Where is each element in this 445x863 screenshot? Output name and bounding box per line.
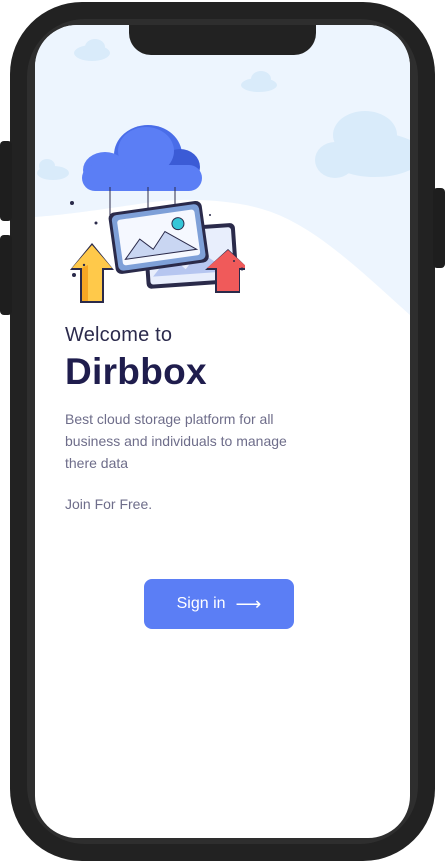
app-screen: Welcome to Dirbbox Best cloud storage pl… bbox=[35, 25, 410, 838]
cloud-upload-illustration bbox=[70, 125, 245, 303]
welcome-heading: Welcome to bbox=[65, 324, 173, 346]
image-frame-front bbox=[108, 200, 209, 274]
cloud-icon bbox=[82, 125, 202, 191]
arrow-right-icon: ⟶ bbox=[235, 594, 262, 614]
upload-arrow-left bbox=[70, 243, 114, 303]
volume-up-button bbox=[0, 141, 12, 221]
power-button bbox=[433, 188, 445, 268]
notch bbox=[129, 25, 316, 55]
sign-in-label: Sign in bbox=[176, 595, 226, 612]
app-description: Best cloud storage platform for all busi… bbox=[65, 411, 287, 471]
join-free-text: Join For Free. bbox=[65, 496, 153, 512]
volume-down-button bbox=[0, 235, 12, 315]
sign-in-button[interactable]: Sign in ⟶ bbox=[144, 579, 294, 629]
app-title: Dirbbox bbox=[65, 351, 207, 392]
